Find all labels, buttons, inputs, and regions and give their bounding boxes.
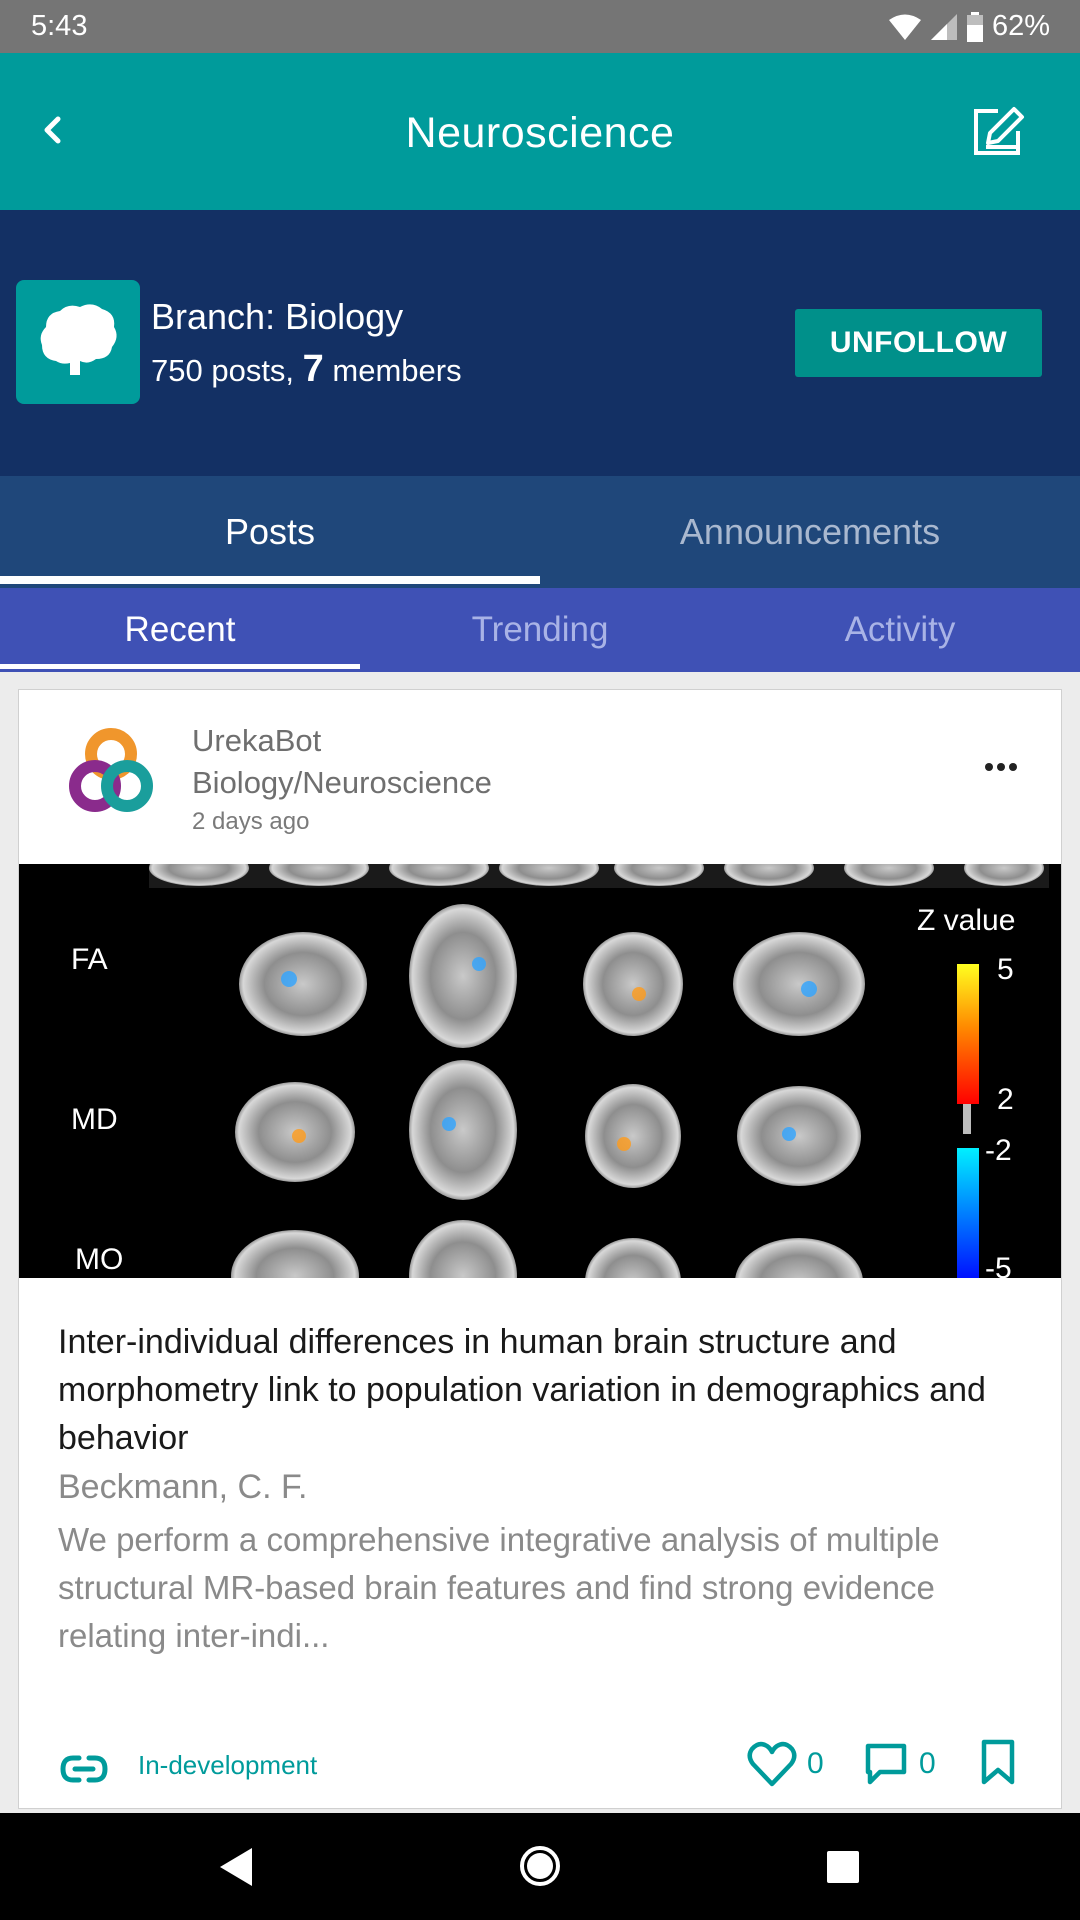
members-count: 7 xyxy=(302,348,324,390)
brain-row-top xyxy=(149,864,1049,888)
nav-home-icon[interactable] xyxy=(518,1844,562,1893)
tab-activity[interactable]: Activity xyxy=(720,588,1080,672)
post-category[interactable]: Biology/Neuroscience xyxy=(192,765,492,801)
app-bar: Neuroscience xyxy=(0,53,1080,210)
tab-posts[interactable]: Posts xyxy=(0,476,540,588)
brain-row-md xyxy=(235,1060,861,1200)
tab-indicator xyxy=(0,576,540,584)
post-author[interactable]: UrekaBot xyxy=(192,723,321,759)
branch-header: Branch: Biology 750 posts, 7 members UNF… xyxy=(0,210,1080,476)
tab-announcements[interactable]: Announcements xyxy=(540,476,1080,588)
comment-icon[interactable] xyxy=(864,1740,908,1793)
heart-icon[interactable] xyxy=(747,1740,797,1793)
battery-icon xyxy=(966,11,984,42)
legend-gap xyxy=(963,1104,971,1134)
status-time: 5:43 xyxy=(31,10,88,42)
legend-tick-5: 5 xyxy=(997,953,1014,986)
branch-name: Branch: Biology xyxy=(151,296,404,337)
row-label-mo: MO xyxy=(75,1243,123,1276)
legend-title: Z value xyxy=(917,904,1015,937)
legend-tick-2: 2 xyxy=(997,1083,1014,1116)
row-label-fa: FA xyxy=(71,943,108,976)
legend-tick-neg5: -5 xyxy=(985,1252,1012,1278)
more-options-button[interactable] xyxy=(983,752,1019,782)
compose-button[interactable] xyxy=(970,103,1026,159)
nav-back-icon[interactable] xyxy=(216,1846,256,1893)
legend-cold-bar xyxy=(957,1148,979,1278)
card-footer: In-development 0 0 xyxy=(19,1730,1061,1810)
post-title[interactable]: Inter-individual differences in human br… xyxy=(58,1318,1018,1462)
cell-signal-icon xyxy=(930,13,958,41)
tab-trending[interactable]: Trending xyxy=(360,588,720,672)
brain-icon xyxy=(36,301,120,384)
brain-row-mo xyxy=(231,1220,863,1278)
brain-row-fa xyxy=(239,904,865,1048)
nav-recents-icon[interactable] xyxy=(826,1850,860,1889)
unfollow-button[interactable]: UNFOLLOW xyxy=(795,309,1042,377)
post-image[interactable]: FA MD MO Z value 5 2 -2 -5 xyxy=(19,864,1061,1278)
tab-recent[interactable]: Recent xyxy=(0,588,360,672)
branch-stats: 750 posts, 7 members xyxy=(151,348,462,391)
sub-tabs: Recent Trending Activity xyxy=(0,588,1080,672)
post-card[interactable]: UrekaBot Biology/Neuroscience 2 days ago xyxy=(18,689,1062,1809)
posts-count: 750 posts, xyxy=(151,353,303,388)
battery-percent: 62% xyxy=(991,10,1050,42)
row-label-md: MD xyxy=(71,1103,118,1136)
status-bar: 5:43 62% xyxy=(0,0,1080,53)
post-timestamp: 2 days ago xyxy=(192,808,310,835)
comment-count: 0 xyxy=(919,1747,936,1780)
like-count: 0 xyxy=(807,1747,824,1780)
wifi-icon xyxy=(888,13,922,41)
sub-tab-indicator xyxy=(0,664,360,669)
bookmark-icon[interactable] xyxy=(979,1738,1017,1793)
link-icon[interactable] xyxy=(59,1744,109,1799)
status-tag[interactable]: In-development xyxy=(138,1750,317,1781)
legend-hot-bar xyxy=(957,964,979,1104)
system-nav-bar xyxy=(0,1813,1080,1920)
main-tabs: Posts Announcements xyxy=(0,476,1080,588)
page-title: Neuroscience xyxy=(405,109,675,157)
post-abstract[interactable]: We perform a comprehensive integrative a… xyxy=(58,1516,1018,1660)
edit-icon xyxy=(970,107,1026,163)
author-avatar[interactable] xyxy=(65,726,157,818)
members-label: members xyxy=(323,353,462,388)
brain-figure: FA MD MO Z value 5 2 -2 -5 xyxy=(71,864,1049,1278)
legend-tick-neg2: -2 xyxy=(985,1134,1012,1167)
urekabot-logo-icon xyxy=(65,728,157,822)
status-icons: 62% xyxy=(888,10,1050,43)
branch-avatar xyxy=(16,280,140,404)
paper-author: Beckmann, C. F. xyxy=(58,1468,308,1506)
more-horizontal-icon xyxy=(983,763,1019,786)
